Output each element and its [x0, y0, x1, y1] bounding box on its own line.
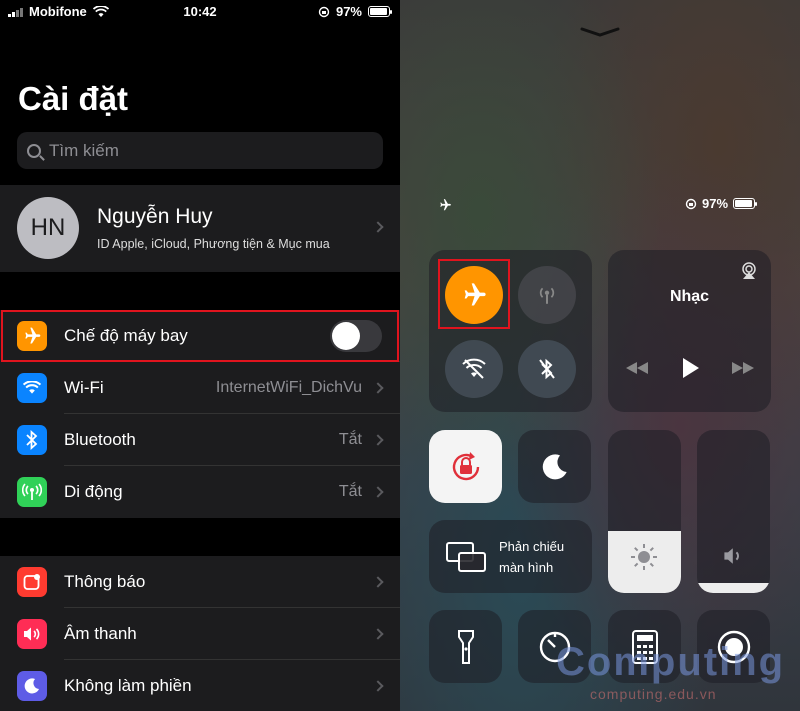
orientation-lock-button[interactable]: [429, 430, 502, 503]
screen-mirroring-label-1: Phản chiếu: [499, 538, 565, 554]
screen-mirroring-icon: [446, 541, 486, 572]
airplane-icon: [464, 283, 486, 306]
music-panel: Nhạc: [608, 250, 771, 412]
watermark-logo-text: Computing: [556, 640, 786, 684]
settings-group-notifications: Thông báo Âm thanh Không làm phiền: [0, 556, 400, 711]
cellular-data-button[interactable]: [518, 266, 576, 324]
notifications-icon: [17, 567, 47, 597]
settings-row-bluetooth[interactable]: Bluetooth Tắt: [0, 414, 400, 466]
chevron-right-icon: [372, 221, 384, 233]
chevron-right-icon: [372, 434, 384, 446]
battery-icon: [733, 198, 758, 209]
brightness-icon: [631, 544, 657, 570]
moon-icon: [542, 453, 567, 479]
notifications-label: Thông báo: [64, 572, 146, 591]
volume-icon: [724, 548, 739, 564]
bluetooth-icon: [17, 425, 47, 455]
profile-subtitle: ID Apple, iCloud, Phương tiện & Mục mua: [97, 237, 330, 251]
chevron-right-icon: [372, 486, 384, 498]
bluetooth-off-icon: [539, 358, 555, 380]
wifi-value: InternetWiFi_DichVu: [215, 379, 362, 396]
settings-row-airplane-mode[interactable]: Chế độ máy bay: [0, 310, 400, 362]
settings-group-connectivity: Chế độ máy bay Wi-Fi InternetWiFi_DichVu…: [0, 310, 400, 518]
settings-row-sounds[interactable]: Âm thanh: [0, 608, 400, 660]
sounds-icon: [17, 619, 47, 649]
cellular-icon: [17, 477, 47, 507]
bluetooth-label: Bluetooth: [64, 430, 136, 449]
settings-row-do-not-disturb[interactable]: Không làm phiền: [0, 660, 400, 711]
brightness-slider[interactable]: [608, 430, 681, 593]
cellular-label: Di động: [64, 482, 123, 501]
flashlight-icon: [457, 629, 474, 664]
wifi-label: Wi-Fi: [64, 378, 104, 397]
apple-id-profile[interactable]: HN Nguyễn Huy ID Apple, iCloud, Phương t…: [0, 185, 400, 272]
search-icon: [27, 143, 41, 158]
cc-status-right: 97%: [685, 196, 758, 211]
screen-mirroring-button[interactable]: Phản chiếu màn hình: [429, 520, 592, 593]
orientation-lock-icon: [452, 451, 479, 480]
do-not-disturb-label: Không làm phiền: [64, 676, 192, 695]
airplane-mode-button[interactable]: [445, 266, 503, 324]
music-title: Nhạc: [669, 288, 710, 305]
settings-row-wifi[interactable]: Wi-Fi InternetWiFi_DichVu: [0, 362, 400, 414]
moon-icon: [17, 671, 47, 701]
chevron-down-icon[interactable]: [580, 27, 620, 37]
fast-forward-icon[interactable]: [730, 361, 756, 375]
airplane-status-icon: [440, 199, 451, 211]
volume-slider[interactable]: [697, 430, 770, 593]
settings-row-cellular[interactable]: Di động Tắt: [0, 466, 400, 518]
volume-level: [697, 583, 770, 593]
battery-icon: [368, 6, 392, 17]
avatar: HN: [17, 197, 79, 259]
search-input[interactable]: Tìm kiếm: [17, 132, 383, 169]
rewind-icon[interactable]: [624, 361, 650, 375]
watermark-url: computing.edu.vn: [590, 686, 717, 702]
sounds-label: Âm thanh: [64, 624, 137, 643]
chevron-right-icon: [372, 576, 384, 588]
settings-screen: Mobifone 10:42 97% Cài đặt Tìm kiếm HN N…: [0, 0, 400, 711]
battery-percent: 97%: [335, 4, 362, 19]
wifi-button[interactable]: [445, 340, 503, 398]
rotation-lock-icon: [318, 6, 330, 17]
chevron-right-icon: [372, 382, 384, 394]
do-not-disturb-button[interactable]: [518, 430, 591, 503]
wifi-icon: [17, 373, 47, 403]
bluetooth-value: Tắt: [338, 431, 362, 448]
airplay-icon[interactable]: [739, 262, 759, 280]
cc-battery-percent: 97%: [702, 196, 729, 211]
play-icon[interactable]: [678, 356, 702, 380]
airplane-mode-toggle[interactable]: [330, 320, 382, 352]
screen-mirroring-label-2: màn hình: [499, 559, 554, 575]
chevron-right-icon: [372, 680, 384, 692]
cellular-icon: [539, 287, 555, 304]
rotation-lock-icon: [685, 198, 697, 209]
bluetooth-button[interactable]: [518, 340, 576, 398]
settings-row-notifications[interactable]: Thông báo: [0, 556, 400, 608]
airplane-mode-label: Chế độ máy bay: [64, 326, 188, 345]
flashlight-button[interactable]: [429, 610, 502, 683]
chevron-right-icon: [372, 628, 384, 640]
airplane-icon: [17, 321, 47, 351]
page-title: Cài đặt: [18, 80, 129, 117]
wifi-off-icon: [462, 358, 486, 379]
profile-name: Nguyễn Huy: [97, 205, 213, 228]
status-bar: Mobifone 10:42 97%: [0, 0, 400, 24]
search-placeholder: Tìm kiếm: [49, 140, 119, 160]
cellular-value: Tắt: [338, 483, 362, 500]
